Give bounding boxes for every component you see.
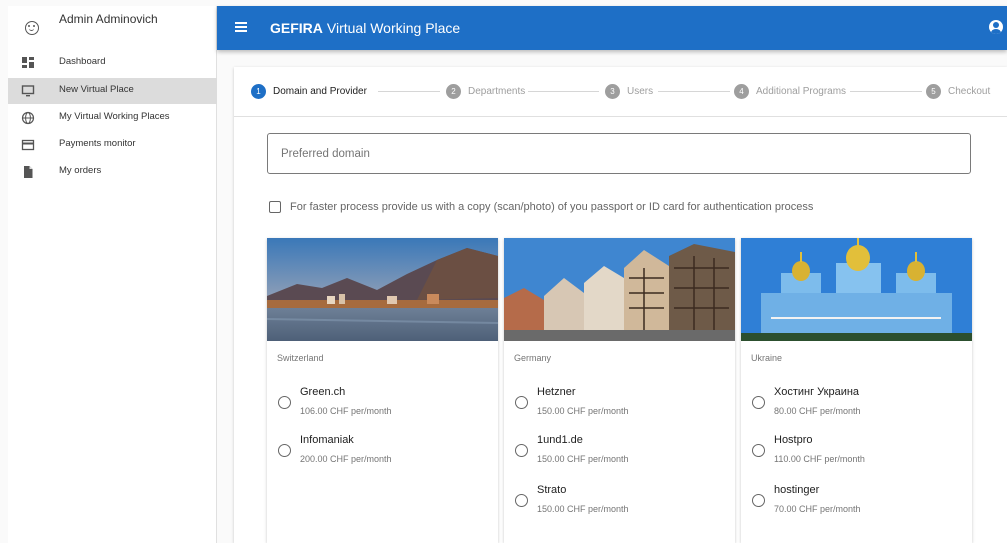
provider-name: Hetzner <box>537 386 576 398</box>
provider-option-strato[interactable]: Strato 150.00 CHF per/month <box>504 484 735 524</box>
provider-option-hosting-ukraine[interactable]: Хостинг Украина 80.00 CHF per/month <box>741 386 972 426</box>
step-number: 1 <box>251 84 266 99</box>
radio-button[interactable] <box>515 494 528 507</box>
provider-price: 150.00 CHF per/month <box>537 504 629 514</box>
provider-card-switzerland: Switzerland Green.ch 106.00 CHF per/mont… <box>267 238 498 543</box>
country-label: Ukraine <box>751 353 783 363</box>
provider-price: 70.00 CHF per/month <box>774 504 861 514</box>
germany-photo <box>504 238 735 341</box>
step-number: 4 <box>734 84 749 99</box>
radio-button[interactable] <box>515 396 528 409</box>
sidebar-item-label: Dashboard <box>59 56 106 67</box>
provider-option-1und1[interactable]: 1und1.de 150.00 CHF per/month <box>504 434 735 474</box>
sidebar-item-label: My orders <box>59 165 102 176</box>
dashboard-icon <box>22 57 34 68</box>
provider-price: 150.00 CHF per/month <box>537 406 629 416</box>
sidebar-item-label: My Virtual Working Places <box>59 111 170 122</box>
radio-button[interactable] <box>278 444 291 457</box>
provider-price: 150.00 CHF per/month <box>537 454 629 464</box>
step-connector <box>850 91 922 92</box>
provider-option-hostpro[interactable]: Hostpro 110.00 CHF per/month <box>741 434 972 474</box>
app-subtitle: Virtual Working Place <box>326 20 461 36</box>
app-title: GEFIRA Virtual Working Place <box>270 20 460 36</box>
brand-name: GEFIRA <box>270 20 323 36</box>
preferred-domain-input[interactable] <box>267 133 971 174</box>
sidebar-item-my-orders[interactable]: My orders <box>8 159 217 185</box>
radio-button[interactable] <box>752 444 765 457</box>
provider-option-infomaniak[interactable]: Infomaniak 200.00 CHF per/month <box>267 434 498 474</box>
menu-icon[interactable] <box>235 22 247 32</box>
provider-name: Strato <box>537 484 567 496</box>
step-connector <box>528 91 599 92</box>
switzerland-photo <box>267 238 498 341</box>
step-label: Departments <box>468 86 526 97</box>
provider-name: Hostpro <box>774 434 813 446</box>
step-connector <box>658 91 730 92</box>
provider-name: Хостинг Украина <box>774 386 860 398</box>
provider-option-hetzner[interactable]: Hetzner 150.00 CHF per/month <box>504 386 735 426</box>
sidebar-item-label: Payments monitor <box>59 138 136 149</box>
radio-button[interactable] <box>752 396 765 409</box>
radio-button[interactable] <box>278 396 291 409</box>
avatar-icon <box>25 21 39 35</box>
step-label: Additional Programs <box>756 86 847 97</box>
sidebar-item-label: New Virtual Place <box>59 84 134 95</box>
provider-option-hostinger[interactable]: hostinger 70.00 CHF per/month <box>741 484 972 524</box>
provider-price: 110.00 CHF per/month <box>774 454 865 464</box>
country-label: Germany <box>514 353 552 363</box>
provider-name: 1und1.de <box>537 434 583 446</box>
passport-checkbox-label: For faster process provide us with a cop… <box>290 201 814 213</box>
provider-name: hostinger <box>774 484 820 496</box>
provider-price: 200.00 CHF per/month <box>300 454 392 464</box>
step-number: 5 <box>926 84 941 99</box>
step-connector <box>378 91 440 92</box>
user-profile[interactable]: Admin Adminovich <box>8 6 217 50</box>
sidebar-item-payments-monitor[interactable]: Payments monitor <box>8 132 217 158</box>
sidebar-item-my-virtual-working-places[interactable]: My Virtual Working Places <box>8 105 217 131</box>
globe-icon <box>21 111 35 125</box>
stepper: 1 Domain and Provider 2 Departments 3 Us… <box>234 67 1007 117</box>
document-icon <box>24 166 33 178</box>
sidebar-item-dashboard[interactable]: Dashboard <box>8 50 217 76</box>
step-number: 3 <box>605 84 620 99</box>
step-label: Checkout <box>948 86 991 97</box>
step-label: Domain and Provider <box>273 86 367 97</box>
account-icon[interactable] <box>989 20 1003 34</box>
main-card: 1 Domain and Provider 2 Departments 3 Us… <box>234 67 1007 543</box>
provider-card-germany: Germany Hetzner 150.00 CHF per/month 1un… <box>504 238 735 543</box>
top-app-bar: GEFIRA Virtual Working Place <box>217 6 1007 50</box>
monitor-icon <box>21 85 35 97</box>
sidebar-item-new-virtual-place[interactable]: New Virtual Place <box>8 78 217 104</box>
country-label: Switzerland <box>277 353 324 363</box>
provider-price: 80.00 CHF per/month <box>774 406 861 416</box>
step-number: 2 <box>446 84 461 99</box>
provider-option-green-ch[interactable]: Green.ch 106.00 CHF per/month <box>267 386 498 426</box>
sidebar: Admin Adminovich Dashboard New Virtual P… <box>8 6 217 543</box>
provider-price: 106.00 CHF per/month <box>300 406 392 416</box>
provider-card-ukraine: Ukraine Хостинг Украина 80.00 CHF per/mo… <box>741 238 972 543</box>
provider-name: Green.ch <box>300 386 346 398</box>
radio-button[interactable] <box>515 444 528 457</box>
radio-button[interactable] <box>752 494 765 507</box>
passport-checkbox[interactable] <box>269 201 281 213</box>
credit-card-icon <box>21 139 35 151</box>
step-label: Users <box>627 86 654 97</box>
provider-name: Infomaniak <box>300 434 354 446</box>
ukraine-photo <box>741 238 972 341</box>
user-name: Admin Adminovich <box>59 12 158 26</box>
